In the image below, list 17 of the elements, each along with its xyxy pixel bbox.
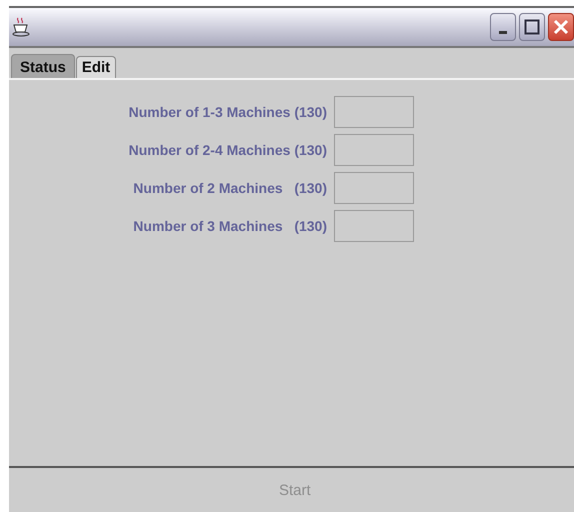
- input-field[interactable]: [334, 172, 414, 204]
- tab[interactable]: Status: [11, 54, 75, 78]
- minimize-button[interactable]: [490, 13, 516, 41]
- maximize-button[interactable]: [519, 13, 545, 41]
- minimize-icon: [499, 30, 507, 34]
- tab[interactable]: Edit: [76, 56, 116, 78]
- input-field[interactable]: [334, 134, 414, 166]
- coffee-cup-icon: [11, 17, 31, 37]
- field-label: Number of 2-4 Machines (130): [128, 142, 327, 158]
- input-field[interactable]: [334, 210, 414, 242]
- maximize-icon: [524, 19, 540, 35]
- close-icon: [553, 19, 569, 35]
- close-button[interactable]: [548, 13, 574, 41]
- field-label: Number of 2 Machines (130): [133, 180, 327, 196]
- field-label: Number of 1-3 Machines (130): [128, 104, 327, 120]
- input-field[interactable]: [334, 96, 414, 128]
- field-label: Number of 3 Machines (130): [133, 218, 327, 234]
